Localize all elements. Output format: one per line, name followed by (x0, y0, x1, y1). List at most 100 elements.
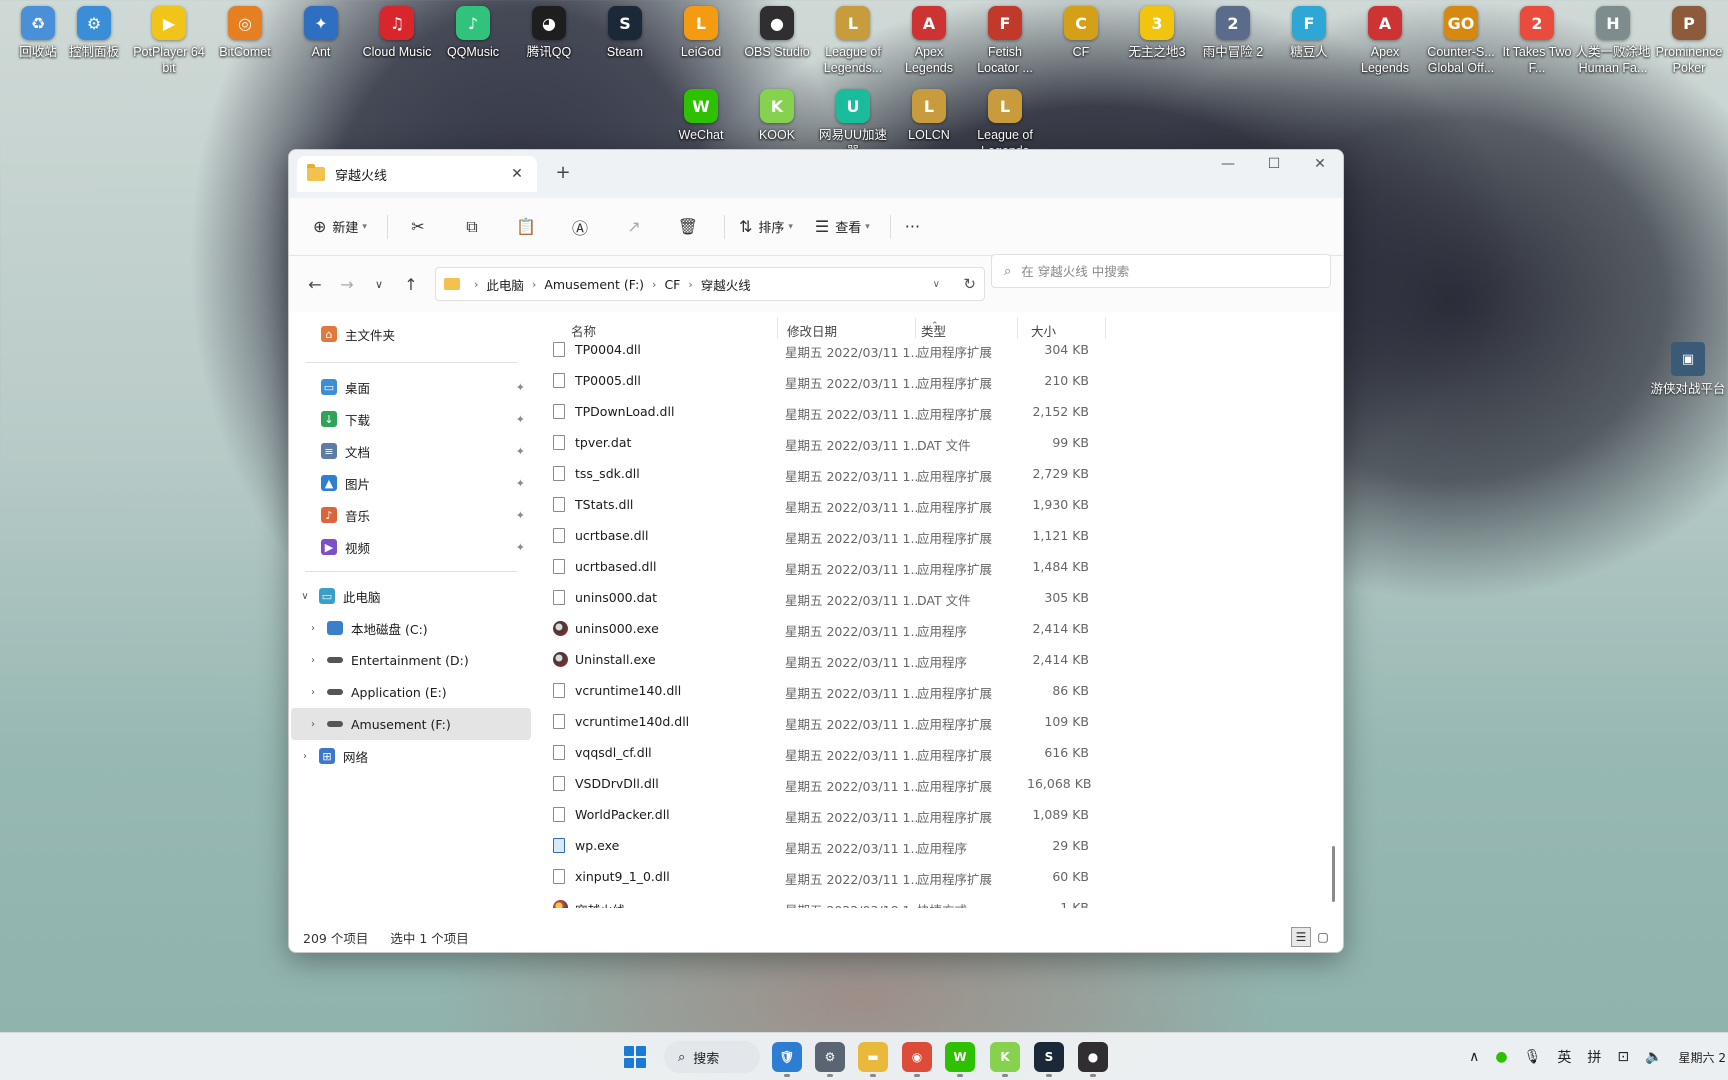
clock[interactable]: 星期六 2 (1679, 1049, 1726, 1066)
sidebar-item-quick-access[interactable]: ↓ 下载 ✦ (289, 403, 533, 435)
view-button[interactable]: ☰ 查看 ▾ (807, 211, 878, 243)
desktop-icon[interactable]: H 人类一败涂地 Human Fa... (1575, 0, 1651, 76)
start-button[interactable] (624, 1046, 646, 1068)
wechat-tray-icon[interactable]: ● (1495, 1049, 1507, 1065)
taskbar-search-button[interactable]: ⌕ 搜索 (664, 1041, 760, 1073)
sidebar-item-drive[interactable]: › Entertainment (D:) (289, 644, 533, 676)
back-button[interactable]: ← (299, 275, 331, 294)
pin-icon[interactable]: ✦ (516, 413, 525, 426)
vertical-scrollbar[interactable] (1332, 342, 1335, 902)
taskbar-obs-icon[interactable]: ● (1078, 1042, 1108, 1077)
search-input[interactable] (1021, 263, 1302, 279)
desktop-icon[interactable]: S Steam (587, 0, 663, 60)
table-row[interactable]: wp.exe 星期五 2022/03/11 1... 应用程序 29 KB (533, 830, 1343, 861)
refresh-icon[interactable]: ↻ (963, 275, 976, 293)
volume-icon[interactable]: 🔈 (1645, 1049, 1662, 1065)
ime-language-indicator[interactable]: 英 (1557, 1047, 1571, 1067)
breadcrumb-this-pc[interactable]: 此电脑 (486, 275, 524, 294)
share-button[interactable]: ↗ (610, 211, 658, 243)
desktop-icon[interactable]: ✦ Ant (283, 0, 359, 60)
taskbar-kook-icon[interactable]: K (990, 1042, 1020, 1077)
desktop-icon[interactable]: L LOLCN (891, 83, 967, 143)
delete-button[interactable]: 🗑 (664, 211, 712, 243)
table-row[interactable]: tss_sdk.dll 星期五 2022/03/11 1... 应用程序扩展 2,72… (533, 458, 1343, 489)
desktop-icon[interactable]: 3 无主之地3 (1119, 0, 1195, 60)
desktop-icon[interactable]: U网易UU加速器 (815, 83, 891, 159)
pin-icon[interactable]: ✦ (516, 509, 525, 522)
desktop-icon-youxia[interactable]: ▣ 游侠对战平台 (1646, 342, 1728, 397)
desktop-icon[interactable]: L League of Legends... (815, 0, 891, 76)
table-row[interactable]: vqqsdl_cf.dll 星期五 2022/03/11 1... 应用程序扩展 61… (533, 737, 1343, 768)
scrollbar-thumb[interactable] (1332, 846, 1335, 902)
rename-button[interactable]: Ⓐ (556, 211, 604, 243)
desktop-icon[interactable]: ◕ 腾讯QQ (511, 0, 587, 60)
table-row[interactable]: xinput9_1_0.dll 星期五 2022/03/11 1... 应用程序扩展… (533, 861, 1343, 892)
taskbar-steam-icon[interactable]: S (1034, 1042, 1064, 1077)
sidebar-item-quick-access[interactable]: ≡ 文档 ✦ (289, 435, 533, 467)
pin-icon[interactable]: ✦ (516, 445, 525, 458)
table-row[interactable]: unins000.dat 星期五 2022/03/11 1... DAT 文件 305… (533, 582, 1343, 613)
table-row[interactable]: WorldPacker.dll 星期五 2022/03/11 1... 应用程序扩展… (533, 799, 1343, 830)
search-box[interactable]: ⌕ (991, 254, 1331, 288)
desktop-icon[interactable]: ▶ PotPlayer 64 bit (131, 0, 207, 76)
table-row[interactable]: ucrtbased.dll 星期五 2022/03/11 1... 应用程序扩展 1,… (533, 551, 1343, 582)
forward-button[interactable]: → (331, 275, 363, 294)
table-row[interactable]: vcruntime140d.dll 星期五 2022/03/11 1... 应用程序… (533, 706, 1343, 737)
desktop-icon[interactable]: A Apex Legends (891, 0, 967, 76)
desktop-icon[interactable]: ♫ Cloud Music (359, 0, 435, 60)
desktop-icon[interactable]: W WeChat (663, 83, 739, 143)
desktop-icon[interactable]: ● OBS Studio (739, 0, 815, 60)
tiles-view-icon[interactable]: ▢ (1313, 927, 1333, 947)
recent-locations-button[interactable]: ∨ (363, 278, 395, 291)
desktop-icon[interactable]: F 糖豆人 (1271, 0, 1347, 60)
breadcrumb-amusement-drive[interactable]: Amusement (F:) (544, 277, 644, 292)
new-tab-button[interactable]: + (551, 162, 575, 183)
sort-button[interactable]: ⇅ 排序 ▾ (731, 211, 801, 243)
desktop-icon[interactable]: F Fetish Locator ... (967, 0, 1043, 76)
taskbar-wechat-icon[interactable]: W (945, 1042, 975, 1077)
desktop-icon[interactable]: GO Counter-S... Global Off... (1423, 0, 1499, 76)
breadcrumb-current-folder[interactable]: 穿越火线 (701, 275, 751, 294)
pin-icon[interactable]: ✦ (516, 541, 525, 554)
desktop-icon[interactable]: LLeague of Legends (967, 83, 1043, 159)
tab-current-folder[interactable]: 穿越火线 ✕ (297, 156, 537, 192)
table-row[interactable]: vcruntime140.dll 星期五 2022/03/11 1... 应用程序扩… (533, 675, 1343, 706)
table-row[interactable]: ucrtbase.dll 星期五 2022/03/11 1... 应用程序扩展 1,1… (533, 520, 1343, 551)
sidebar-item-quick-access[interactable]: ♪ 音乐 ✦ (289, 499, 533, 531)
table-row[interactable]: tpver.dat 星期五 2022/03/11 1... DAT 文件 99 KB (533, 427, 1343, 458)
taskbar-defender-icon[interactable]: 🛡 (772, 1042, 802, 1077)
desktop-icon[interactable]: 2 雨中冒险 2 (1195, 0, 1271, 60)
tab-close-icon[interactable]: ✕ (507, 166, 527, 182)
table-row[interactable]: VSDDrvDll.dll 星期五 2022/03/11 1... 应用程序扩展 16… (533, 768, 1343, 799)
desktop-icon[interactable]: 2 It Takes Two F... (1499, 0, 1575, 76)
pin-icon[interactable]: ✦ (516, 477, 525, 490)
microphone-icon[interactable]: 🎙 (1524, 1049, 1542, 1065)
minimize-button[interactable]: — (1205, 150, 1251, 182)
table-row[interactable]: TP0005.dll 星期五 2022/03/11 1... 应用程序扩展 210 K… (533, 365, 1343, 396)
expand-chevron-icon[interactable]: › (305, 687, 321, 698)
cut-button[interactable]: ✂ (394, 211, 442, 243)
maximize-button[interactable]: ☐ (1251, 150, 1297, 182)
desktop-icon[interactable]: C CF (1043, 0, 1119, 60)
sidebar-item-drive[interactable]: › 本地磁盘 (C:) (289, 612, 533, 644)
network-status-icon[interactable]: ⊡ (1617, 1049, 1629, 1065)
sidebar-item-drive[interactable]: › Amusement (F:) (291, 708, 531, 740)
more-options-button[interactable]: ··· (897, 211, 934, 243)
sidebar-item-drive[interactable]: › Application (E:) (289, 676, 533, 708)
new-button[interactable]: ⊕ 新建 ▾ (305, 211, 375, 243)
address-bar[interactable]: › 此电脑 › Amusement (F:) › CF › 穿越火线 ∨ ↻ (435, 267, 985, 301)
expand-chevron-icon[interactable]: › (297, 751, 313, 762)
breadcrumb-cf[interactable]: CF (664, 277, 680, 292)
taskbar-chrome-icon[interactable]: ◉ (902, 1042, 932, 1077)
expand-chevron-icon[interactable]: › (305, 655, 321, 666)
ime-mode-indicator[interactable]: 拼 (1587, 1047, 1601, 1067)
desktop-icon[interactable]: ♪ QQMusic (435, 0, 511, 60)
expand-chevron-icon[interactable]: › (305, 719, 321, 730)
desktop-icon[interactable]: ◎ BitComet (207, 0, 283, 60)
table-row[interactable]: TStats.dll 星期五 2022/03/11 1... 应用程序扩展 1,930… (533, 489, 1343, 520)
sidebar-item-home[interactable]: ⌂ 主文件夹 (289, 318, 533, 350)
table-row[interactable]: Uninstall.exe 星期五 2022/03/11 1... 应用程序 2,41… (533, 644, 1343, 675)
expand-chevron-icon[interactable]: › (305, 623, 321, 634)
close-window-button[interactable]: ✕ (1297, 150, 1343, 182)
table-row[interactable]: TP0004.dll 星期五 2022/03/11 1... 应用程序扩展 304 K… (533, 334, 1343, 365)
